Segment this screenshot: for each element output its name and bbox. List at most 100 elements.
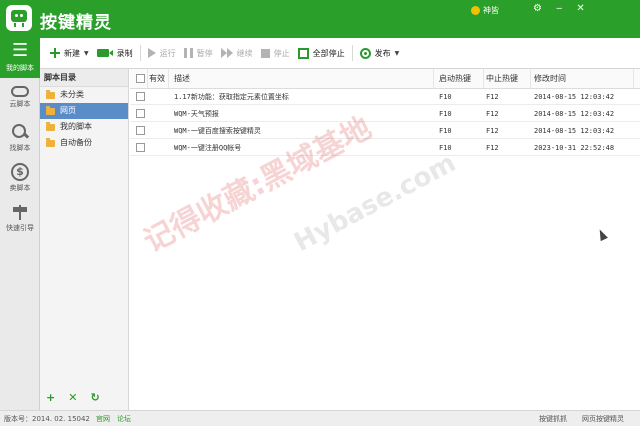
- nav-label: 云脚本: [9, 100, 31, 108]
- user-name: 神皆: [483, 6, 499, 15]
- nav-my-scripts[interactable]: 我的脚本: [0, 38, 40, 78]
- app-title: 按键精灵: [40, 13, 112, 33]
- signpost-icon: [11, 203, 29, 221]
- chevron-down-icon[interactable]: ▼: [395, 50, 400, 57]
- publish-icon: [359, 47, 371, 59]
- publish-label: 发布: [374, 48, 391, 58]
- list-icon: [11, 40, 29, 61]
- video-camera-icon: [96, 49, 113, 57]
- row-description: WQM-一键百度搜索按键精灵: [174, 126, 261, 135]
- gear-icon[interactable]: ⚙: [533, 3, 542, 14]
- select-all-checkbox[interactable]: [136, 74, 145, 83]
- row-modified: 2014-08-15 12:03:42: [534, 109, 615, 118]
- script-table: 有效 描述 启动热键 中止热键 修改时间 1.17新功能：获取指定元素位置坐标 …: [130, 69, 640, 410]
- stop-button[interactable]: 停止: [257, 43, 294, 63]
- publish-button[interactable]: 发布 ▼: [356, 43, 404, 63]
- directory-header: 脚本目录: [40, 69, 128, 87]
- directory-item-my-scripts[interactable]: 我的脚本: [40, 119, 128, 135]
- folder-icon: [46, 105, 55, 115]
- column-header-enabled[interactable]: 有效: [149, 69, 169, 88]
- row-start-hotkey: F10: [439, 143, 452, 152]
- minimize-icon[interactable]: ‒: [556, 3, 562, 14]
- plus-icon: [50, 48, 60, 58]
- user-account[interactable]: 神皆: [471, 5, 499, 16]
- forum-link[interactable]: 论坛: [117, 414, 131, 424]
- left-nav: 我的脚本 云脚本 找脚本 $ 卖脚本 快速引导: [0, 38, 40, 410]
- record-label: 录制: [116, 48, 133, 58]
- directory-item-auto-backup[interactable]: 自动备份: [40, 135, 128, 151]
- row-start-hotkey: F10: [439, 109, 452, 118]
- directory-item-label: 网页: [60, 106, 76, 115]
- column-header-description[interactable]: 描述: [174, 69, 434, 88]
- row-checkbox[interactable]: [136, 143, 145, 152]
- nav-label: 找脚本: [9, 144, 31, 152]
- chevron-down-icon[interactable]: ▼: [84, 50, 89, 57]
- add-folder-icon[interactable]: +: [46, 391, 55, 404]
- app-logo-icon: [6, 5, 32, 31]
- toolbar-divider: [139, 45, 141, 61]
- directory-item-label: 自动备份: [60, 138, 92, 147]
- row-description: WQM-天气预报: [174, 109, 219, 118]
- directory-item-uncategorized[interactable]: 未分类: [40, 87, 128, 103]
- nav-label: 卖脚本: [9, 184, 31, 192]
- row-stop-hotkey: F12: [486, 109, 499, 118]
- delete-folder-icon[interactable]: ✕: [68, 391, 77, 404]
- stop-label: 停止: [273, 48, 290, 58]
- new-button[interactable]: 新建 ▼: [46, 43, 93, 63]
- stop-all-button[interactable]: 全部停止: [294, 43, 349, 63]
- column-header-modified[interactable]: 修改时间: [534, 69, 634, 88]
- row-start-hotkey: F10: [439, 92, 452, 101]
- row-modified: 2014-08-15 12:03:42: [534, 126, 615, 135]
- run-label: 运行: [159, 48, 176, 58]
- official-site-link[interactable]: 官网: [96, 414, 110, 424]
- web-keyelf-link[interactable]: 网页按键精灵: [582, 414, 624, 424]
- row-start-hotkey: F10: [439, 126, 452, 135]
- main-toolbar: 新建 ▼ 录制 运行 暂停 继续 停止 全部停止 发布 ▼: [40, 38, 640, 69]
- folder-icon: [46, 89, 55, 99]
- fast-forward-icon: [220, 48, 233, 58]
- stop-icon: [260, 48, 270, 58]
- stop-all-icon: [297, 47, 309, 59]
- nav-label: 我的脚本: [6, 64, 34, 72]
- pause-button[interactable]: 暂停: [180, 43, 217, 63]
- continue-label: 继续: [236, 48, 253, 58]
- directory-item-webpage[interactable]: 网页: [40, 103, 128, 119]
- nav-quick-guide[interactable]: 快速引导: [0, 198, 40, 238]
- row-modified: 2023-10-31 22:52:48: [534, 143, 615, 152]
- cloud-icon: [11, 86, 29, 97]
- column-header-start-hotkey[interactable]: 启动热键: [439, 69, 484, 88]
- row-checkbox[interactable]: [136, 126, 145, 135]
- table-row[interactable]: WQM-天气预报 F10 F12 2014-08-15 12:03:42: [130, 106, 640, 122]
- new-label: 新建: [64, 48, 80, 58]
- title-bar: 按键精灵 神皆 ⚙ ‒ ✕: [0, 0, 640, 38]
- close-icon[interactable]: ✕: [576, 3, 584, 14]
- table-row[interactable]: 1.17新功能：获取指定元素位置坐标 F10 F12 2014-08-15 12…: [130, 89, 640, 105]
- key-capture-link[interactable]: 按键抓抓: [539, 414, 567, 424]
- column-header-stop-hotkey[interactable]: 中止热键: [486, 69, 531, 88]
- nav-cloud-scripts[interactable]: 云脚本: [0, 78, 40, 118]
- run-button[interactable]: 运行: [144, 43, 180, 63]
- directory-item-label: 我的脚本: [60, 122, 92, 131]
- pause-icon: [183, 48, 193, 58]
- script-directory-panel: 脚本目录 未分类 网页 我的脚本 自动备份 + ✕ ↻: [40, 69, 129, 410]
- dollar-icon: $: [11, 163, 29, 181]
- search-icon: [11, 123, 29, 141]
- toolbar-divider: [351, 45, 353, 61]
- table-row[interactable]: WQM-一键百度搜索按键精灵 F10 F12 2014-08-15 12:03:…: [130, 123, 640, 139]
- folder-icon: [46, 137, 55, 147]
- row-modified: 2014-08-15 12:03:42: [534, 92, 615, 101]
- record-button[interactable]: 录制: [93, 43, 137, 63]
- user-avatar-icon: [471, 6, 480, 15]
- status-bar: 版本号：2014. 02. 15042 官网 论坛 按键抓抓 网页按键精灵: [0, 410, 640, 426]
- continue-button[interactable]: 继续: [217, 43, 257, 63]
- directory-item-label: 未分类: [60, 90, 84, 99]
- nav-sell-scripts[interactable]: $ 卖脚本: [0, 158, 40, 198]
- refresh-icon[interactable]: ↻: [90, 391, 99, 404]
- pause-label: 暂停: [196, 48, 213, 58]
- table-row[interactable]: WQM-一键注册QQ帐号 F10 F12 2023-10-31 22:52:48: [130, 140, 640, 156]
- nav-label: 快速引导: [6, 224, 34, 232]
- nav-find-scripts[interactable]: 找脚本: [0, 118, 40, 158]
- play-icon: [147, 48, 156, 58]
- row-checkbox[interactable]: [136, 92, 145, 101]
- row-checkbox[interactable]: [136, 109, 145, 118]
